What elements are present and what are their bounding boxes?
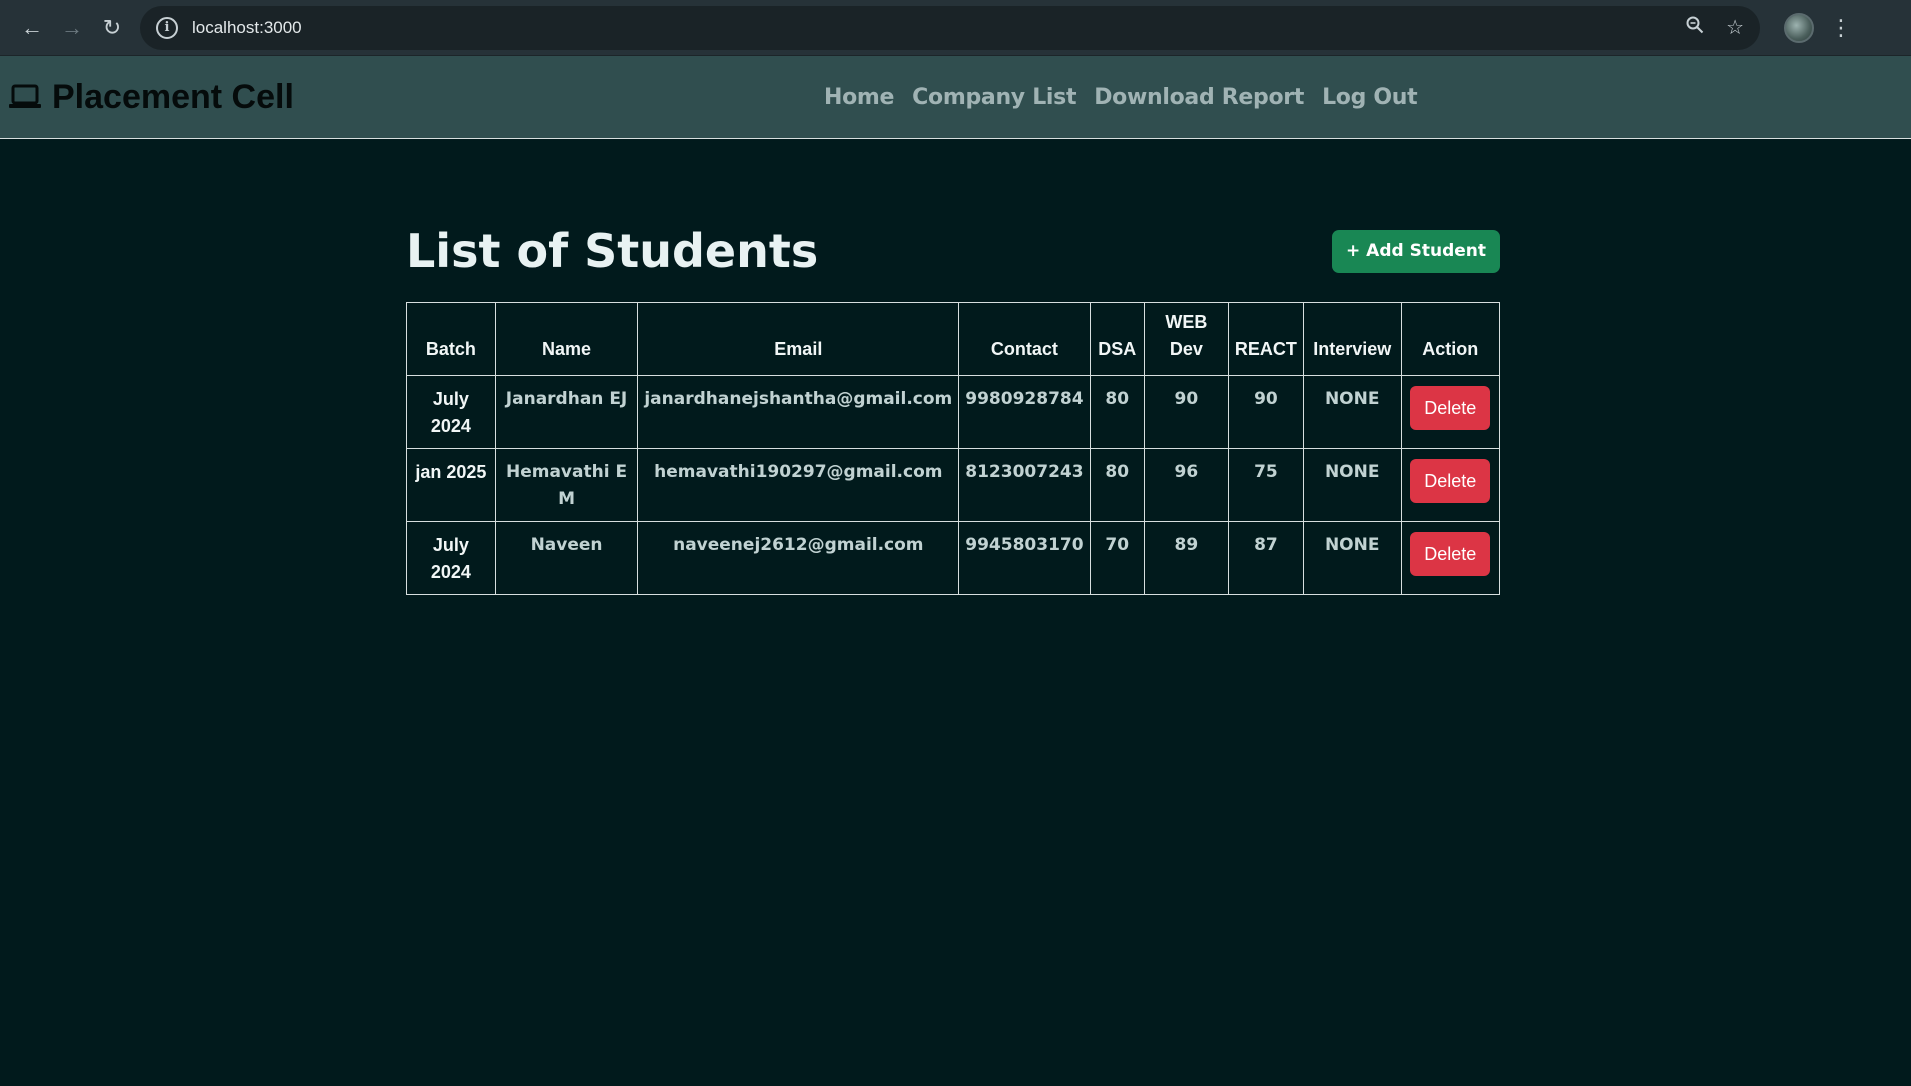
- table-row: July 2024 Naveen naveenej2612@gmail.com …: [406, 521, 1501, 595]
- address-url[interactable]: localhost:3000: [192, 18, 1664, 38]
- delete-button[interactable]: Delete: [1410, 386, 1491, 430]
- zoom-icon[interactable]: [1686, 16, 1704, 40]
- reload-icon[interactable]: ↻: [92, 8, 132, 48]
- cell-web-dev: 90: [1143, 375, 1229, 449]
- cell-action: Delete: [1400, 375, 1501, 449]
- cell-react: 90: [1227, 375, 1304, 449]
- students-table: Batch Name Email Contact DSA WEB Dev REA…: [406, 302, 1501, 595]
- brand-name: Placement Cell: [52, 77, 294, 116]
- table-row: July 2024 Janardhan EJ janardhanejshanth…: [406, 375, 1501, 449]
- cell-action: Delete: [1400, 521, 1501, 595]
- cell-batch: July 2024: [406, 375, 496, 449]
- cell-name: Hemavathi E M: [494, 448, 639, 522]
- cell-email: hemavathi190297@gmail.com: [637, 448, 960, 522]
- column-header-contact: Contact: [958, 302, 1091, 376]
- forward-arrow-icon[interactable]: →: [52, 8, 92, 48]
- nav-menu: Home Company List Download Report Log Ou…: [824, 56, 1418, 139]
- site-info-icon[interactable]: i: [156, 16, 178, 39]
- address-bar[interactable]: i localhost:3000 ☆: [140, 5, 1760, 50]
- column-header-interview: Interview: [1302, 302, 1402, 376]
- nav-link-home[interactable]: Home: [824, 85, 894, 110]
- app-navbar: Placement Cell Home Company List Downloa…: [0, 56, 1911, 139]
- heading-row: List of Students + Add Student: [406, 220, 1500, 282]
- column-header-name: Name: [494, 302, 639, 376]
- delete-button[interactable]: Delete: [1410, 532, 1491, 576]
- column-header-dsa: DSA: [1089, 302, 1145, 376]
- table-row: jan 2025 Hemavathi E M hemavathi190297@g…: [406, 448, 1501, 522]
- nav-link-log-out[interactable]: Log Out: [1322, 85, 1418, 110]
- cell-email: janardhanejshantha@gmail.com: [637, 375, 960, 449]
- cell-web-dev: 89: [1143, 521, 1229, 595]
- table-header-row: Batch Name Email Contact DSA WEB Dev REA…: [406, 302, 1501, 376]
- browser-toolbar: ← → ↻ i localhost:3000 ☆ ⋮: [0, 0, 1911, 56]
- column-header-email: Email: [637, 302, 960, 376]
- column-header-action: Action: [1400, 302, 1501, 376]
- cell-react: 87: [1227, 521, 1304, 595]
- cell-contact: 9945803170: [958, 521, 1091, 595]
- nav-link-company-list[interactable]: Company List: [912, 85, 1076, 110]
- bookmark-star-icon[interactable]: ☆: [1726, 15, 1744, 40]
- cell-web-dev: 96: [1143, 448, 1229, 522]
- profile-avatar[interactable]: [1784, 12, 1814, 43]
- column-header-batch: Batch: [406, 302, 496, 376]
- main-content: List of Students + Add Student Batch Nam…: [406, 220, 1501, 595]
- page-title: List of Students: [406, 224, 819, 278]
- cell-name: Naveen: [494, 521, 639, 595]
- cell-email: naveenej2612@gmail.com: [637, 521, 960, 595]
- add-student-button[interactable]: + Add Student: [1332, 229, 1500, 273]
- cell-react: 75: [1227, 448, 1304, 522]
- cell-interview: NONE: [1302, 375, 1402, 449]
- cell-dsa: 80: [1089, 375, 1145, 449]
- back-arrow-icon[interactable]: ←: [12, 8, 52, 48]
- cell-batch: July 2024: [406, 521, 496, 595]
- cell-name: Janardhan EJ: [494, 375, 639, 449]
- cell-dsa: 70: [1089, 521, 1145, 595]
- cell-contact: 8123007243: [958, 448, 1091, 522]
- cell-batch: jan 2025: [406, 448, 496, 522]
- cell-action: Delete: [1400, 448, 1501, 522]
- column-header-react: REACT: [1227, 302, 1304, 376]
- laptop-icon: [9, 84, 41, 108]
- brand[interactable]: Placement Cell: [0, 78, 294, 117]
- cell-interview: NONE: [1302, 521, 1402, 595]
- cell-dsa: 80: [1089, 448, 1145, 522]
- delete-button[interactable]: Delete: [1410, 459, 1491, 503]
- cell-contact: 9980928784: [958, 375, 1091, 449]
- menu-kebab-icon[interactable]: ⋮: [1830, 16, 1852, 39]
- nav-link-download-report[interactable]: Download Report: [1094, 85, 1304, 110]
- column-header-web-dev: WEB Dev: [1143, 302, 1229, 376]
- cell-interview: NONE: [1302, 448, 1402, 522]
